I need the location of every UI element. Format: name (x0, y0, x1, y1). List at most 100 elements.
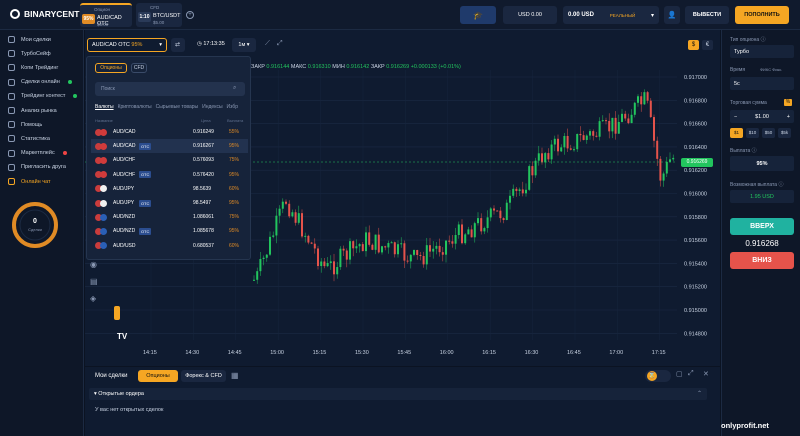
candle-body (630, 114, 633, 124)
quick-amount-10[interactable]: $10 (746, 128, 759, 138)
candle-body (457, 224, 460, 236)
sidebar-item-3[interactable]: Сделки онлайн (8, 78, 72, 86)
real-balance[interactable]: 0.00 USD РЕАЛЬНЫЙ ▾ (563, 6, 659, 24)
asset-row[interactable]: AUD/JPY 98.5639 60% (91, 182, 248, 196)
asset-row[interactable]: AUD/USD 0.680537 60% (91, 239, 248, 253)
candle-body (515, 188, 518, 191)
sidebar-item-5[interactable]: Анализ рынка (8, 107, 57, 114)
candle-body (406, 260, 409, 262)
watermark: onlyprofit.net (721, 421, 769, 430)
asset-row[interactable]: AUD/CHF OTC 0.576420 95% (91, 168, 248, 182)
option-type-select[interactable]: Турбо (730, 45, 794, 58)
close-icon[interactable]: ✕ (703, 370, 709, 378)
academy-button[interactable]: 🎓 (460, 6, 496, 24)
trades-tab-options-label: Опционы (146, 373, 170, 379)
up-button[interactable]: ВВЕРХ (730, 218, 794, 235)
brand-logo[interactable]: BINARYCENT (10, 9, 79, 19)
trash-icon[interactable]: ▤ (90, 277, 98, 286)
asset-tab-aud-cad[interactable]: Опцион 95% AUD/CAD OTC $5.00 (80, 3, 132, 27)
withdraw-button[interactable]: ВЫВЕСТИ (685, 6, 729, 24)
category-tab-commodities[interactable]: Сырьевые товары (156, 104, 199, 110)
candle-body (429, 245, 431, 252)
candle-body (381, 246, 383, 253)
asset-row[interactable]: AUD/NZD OTC 1.085678 95% (91, 224, 248, 238)
asset-row[interactable]: AUD/CHF 0.576093 75% (91, 153, 248, 167)
time-tab-fix[interactable]: ФИКС (760, 67, 771, 72)
otc-badge: OTC (139, 142, 152, 150)
sidebar-item-9[interactable]: Пригласить друга (8, 163, 66, 171)
quick-amount-1[interactable]: $1 (730, 128, 743, 138)
eye-icon[interactable]: ◉ (90, 260, 98, 269)
candle-body (605, 120, 607, 122)
otc-badge: OTC (139, 171, 152, 179)
dropdown-tab-cfd[interactable]: CFD (131, 63, 147, 73)
sidebar-item-1[interactable]: ТурбоСейф (8, 50, 51, 58)
calendar-icon[interactable]: ▦ (231, 371, 239, 380)
y-tick-label: 0.916200 (684, 168, 707, 174)
candle-body (525, 189, 527, 194)
minus-button[interactable]: − (734, 114, 737, 120)
possible-payout-value-text: 1.95 USD (750, 193, 774, 200)
candle-body (669, 159, 671, 162)
sidebar: Мои сделки ТурбоСейф Копи Трейдинг Сделки о… (0, 30, 84, 436)
search-input[interactable]: Поиск ⌕ (95, 82, 245, 96)
asset-row[interactable]: AUD/NZD 1.086061 75% (91, 210, 248, 224)
search-icon: ⌕ (233, 85, 237, 91)
graduation-cap-icon: 🎓 (473, 10, 483, 20)
candle-body (486, 217, 489, 229)
asset-tab-btc-usdt[interactable]: CFD 1:10 BTC/USDT $5.00 (136, 3, 182, 27)
candle-body (345, 250, 348, 260)
candle-body (611, 117, 614, 132)
time-tab-fixed[interactable]: Фикс. (772, 67, 782, 72)
toolbar-collapse-handle[interactable] (114, 306, 120, 320)
time-select[interactable]: 5с (730, 77, 794, 90)
category-tab-currencies[interactable]: Валюты (95, 104, 114, 110)
category-tab-favorites[interactable]: Избр (227, 104, 238, 110)
trades-panel-title: Мои сделки (95, 373, 128, 379)
open-orders-bar[interactable]: ▾ Открытые ордера ⌃ (89, 388, 707, 400)
quick-amount-50[interactable]: $50 (762, 128, 775, 138)
asset-row[interactable]: AUD/CAD 0.916249 55% (91, 125, 248, 139)
asset-row[interactable]: AUD/JPY OTC 98.5497 95% (91, 196, 248, 210)
candle-body (637, 96, 639, 103)
candle-body (621, 113, 623, 122)
sidebar-item-6[interactable]: Помощь (8, 121, 42, 129)
trades-tab-forex[interactable]: Форекс & CFD (181, 370, 226, 382)
sidebar-item-4[interactable]: Трейдинг контест (8, 92, 78, 100)
sidebar-item-10[interactable]: Онлайн чат (8, 178, 51, 185)
sidebar-item-8[interactable]: Маркетплейс (8, 149, 67, 157)
window-icon[interactable]: ▢ (676, 370, 683, 378)
asset-row-name: AUD/JPY (113, 200, 135, 206)
candle-body (259, 258, 262, 272)
add-asset-button[interactable]: + (186, 11, 194, 19)
category-tab-indices[interactable]: Индексы (202, 104, 222, 110)
candle-body (505, 202, 508, 221)
category-tab-crypto[interactable]: Криптовалюты (118, 104, 152, 110)
amount-value: $1.00 (755, 113, 769, 120)
candle-body (329, 261, 332, 264)
down-button[interactable]: ВНИЗ (730, 252, 794, 269)
sidebar-item-0[interactable]: Мои сделки (8, 36, 51, 43)
candle-body (272, 235, 275, 237)
amount-label-text: Торговая сумма (730, 100, 767, 106)
asset-row[interactable]: AUD/CAD OTC 0.916267 95% (91, 139, 248, 154)
trade-panel: Тип опциона ⓘ Турбо Время ФИКС Фикс. 5с … (721, 30, 800, 436)
percent-toggle[interactable]: % (784, 99, 792, 106)
candle-body (390, 242, 393, 244)
sidebar-item-7[interactable]: Статистика (8, 135, 50, 143)
dropdown-tab-options[interactable]: Опционы (95, 63, 127, 73)
profile-button[interactable]: 👤 (664, 6, 680, 24)
hourglass-toggle[interactable]: ⌛ (645, 370, 671, 382)
amount-input[interactable]: − $1.00 + (730, 110, 794, 123)
sidebar-item-2[interactable]: Копи Трейдинг (8, 64, 58, 72)
quick-amount-5k[interactable]: $5k (778, 128, 791, 138)
y-tick-label: 0.917000 (684, 75, 707, 81)
plus-button[interactable]: + (787, 114, 790, 120)
candle-body (294, 212, 297, 223)
layers-icon[interactable]: ◈ (90, 294, 98, 303)
demo-balance[interactable]: USD 0.00 (503, 6, 557, 24)
y-tick-label: 0.915600 (684, 238, 707, 244)
trades-tab-options[interactable]: Опционы (138, 370, 178, 382)
expand-icon[interactable]: ⤢ (688, 370, 694, 378)
deposit-button[interactable]: ПОПОЛНИТЬ (735, 6, 789, 24)
